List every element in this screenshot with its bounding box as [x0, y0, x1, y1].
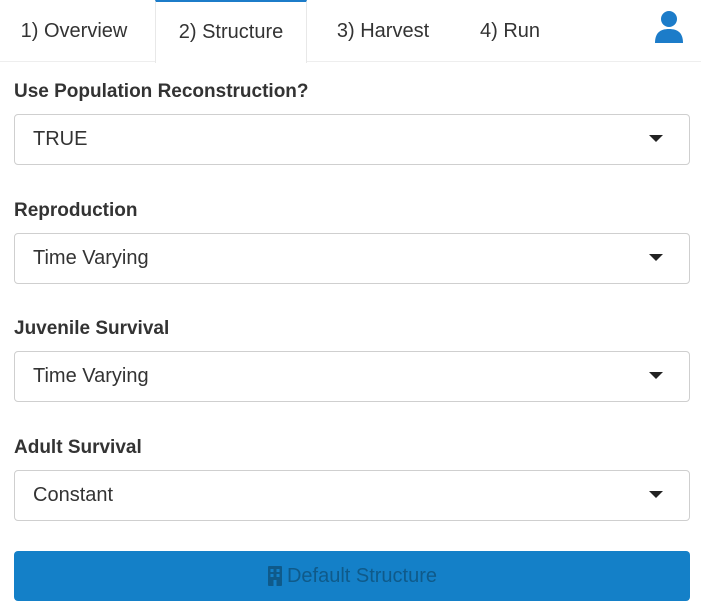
tab-run[interactable]: 4) Run: [465, 0, 555, 62]
caret-down-icon: [649, 372, 663, 379]
default-structure-button[interactable]: Default Structure: [14, 551, 690, 601]
user-icon[interactable]: [654, 10, 684, 44]
select-value: Time Varying: [33, 247, 149, 269]
page: 1) Overview 2) Structure 3) Harvest 4) R…: [0, 0, 701, 612]
building-icon: [267, 566, 282, 586]
select-value: Time Varying: [33, 365, 149, 387]
default-structure-label: Default Structure: [286, 564, 438, 587]
reproduction-label: Reproduction: [14, 200, 138, 221]
caret-down-icon: [649, 135, 663, 142]
adult-survival-select[interactable]: Constant: [14, 470, 690, 521]
juvenile-survival-label: Juvenile Survival: [14, 318, 170, 339]
tab-structure[interactable]: 2) Structure: [155, 0, 307, 63]
tab-harvest[interactable]: 3) Harvest: [322, 0, 444, 62]
adult-survival-label: Adult Survival: [14, 437, 142, 458]
tab-bar: 1) Overview 2) Structure 3) Harvest 4) R…: [0, 0, 701, 63]
juvenile-survival-select[interactable]: Time Varying: [14, 351, 690, 402]
select-value: TRUE: [33, 128, 88, 150]
population-reconstruction-label: Use Population Reconstruction?: [14, 81, 309, 102]
caret-down-icon: [649, 491, 663, 498]
caret-down-icon: [649, 254, 663, 261]
select-value: Constant: [33, 484, 114, 506]
tab-overview[interactable]: 1) Overview: [6, 0, 142, 62]
reproduction-select[interactable]: Time Varying: [14, 233, 690, 284]
population-reconstruction-select[interactable]: TRUE: [14, 114, 690, 165]
